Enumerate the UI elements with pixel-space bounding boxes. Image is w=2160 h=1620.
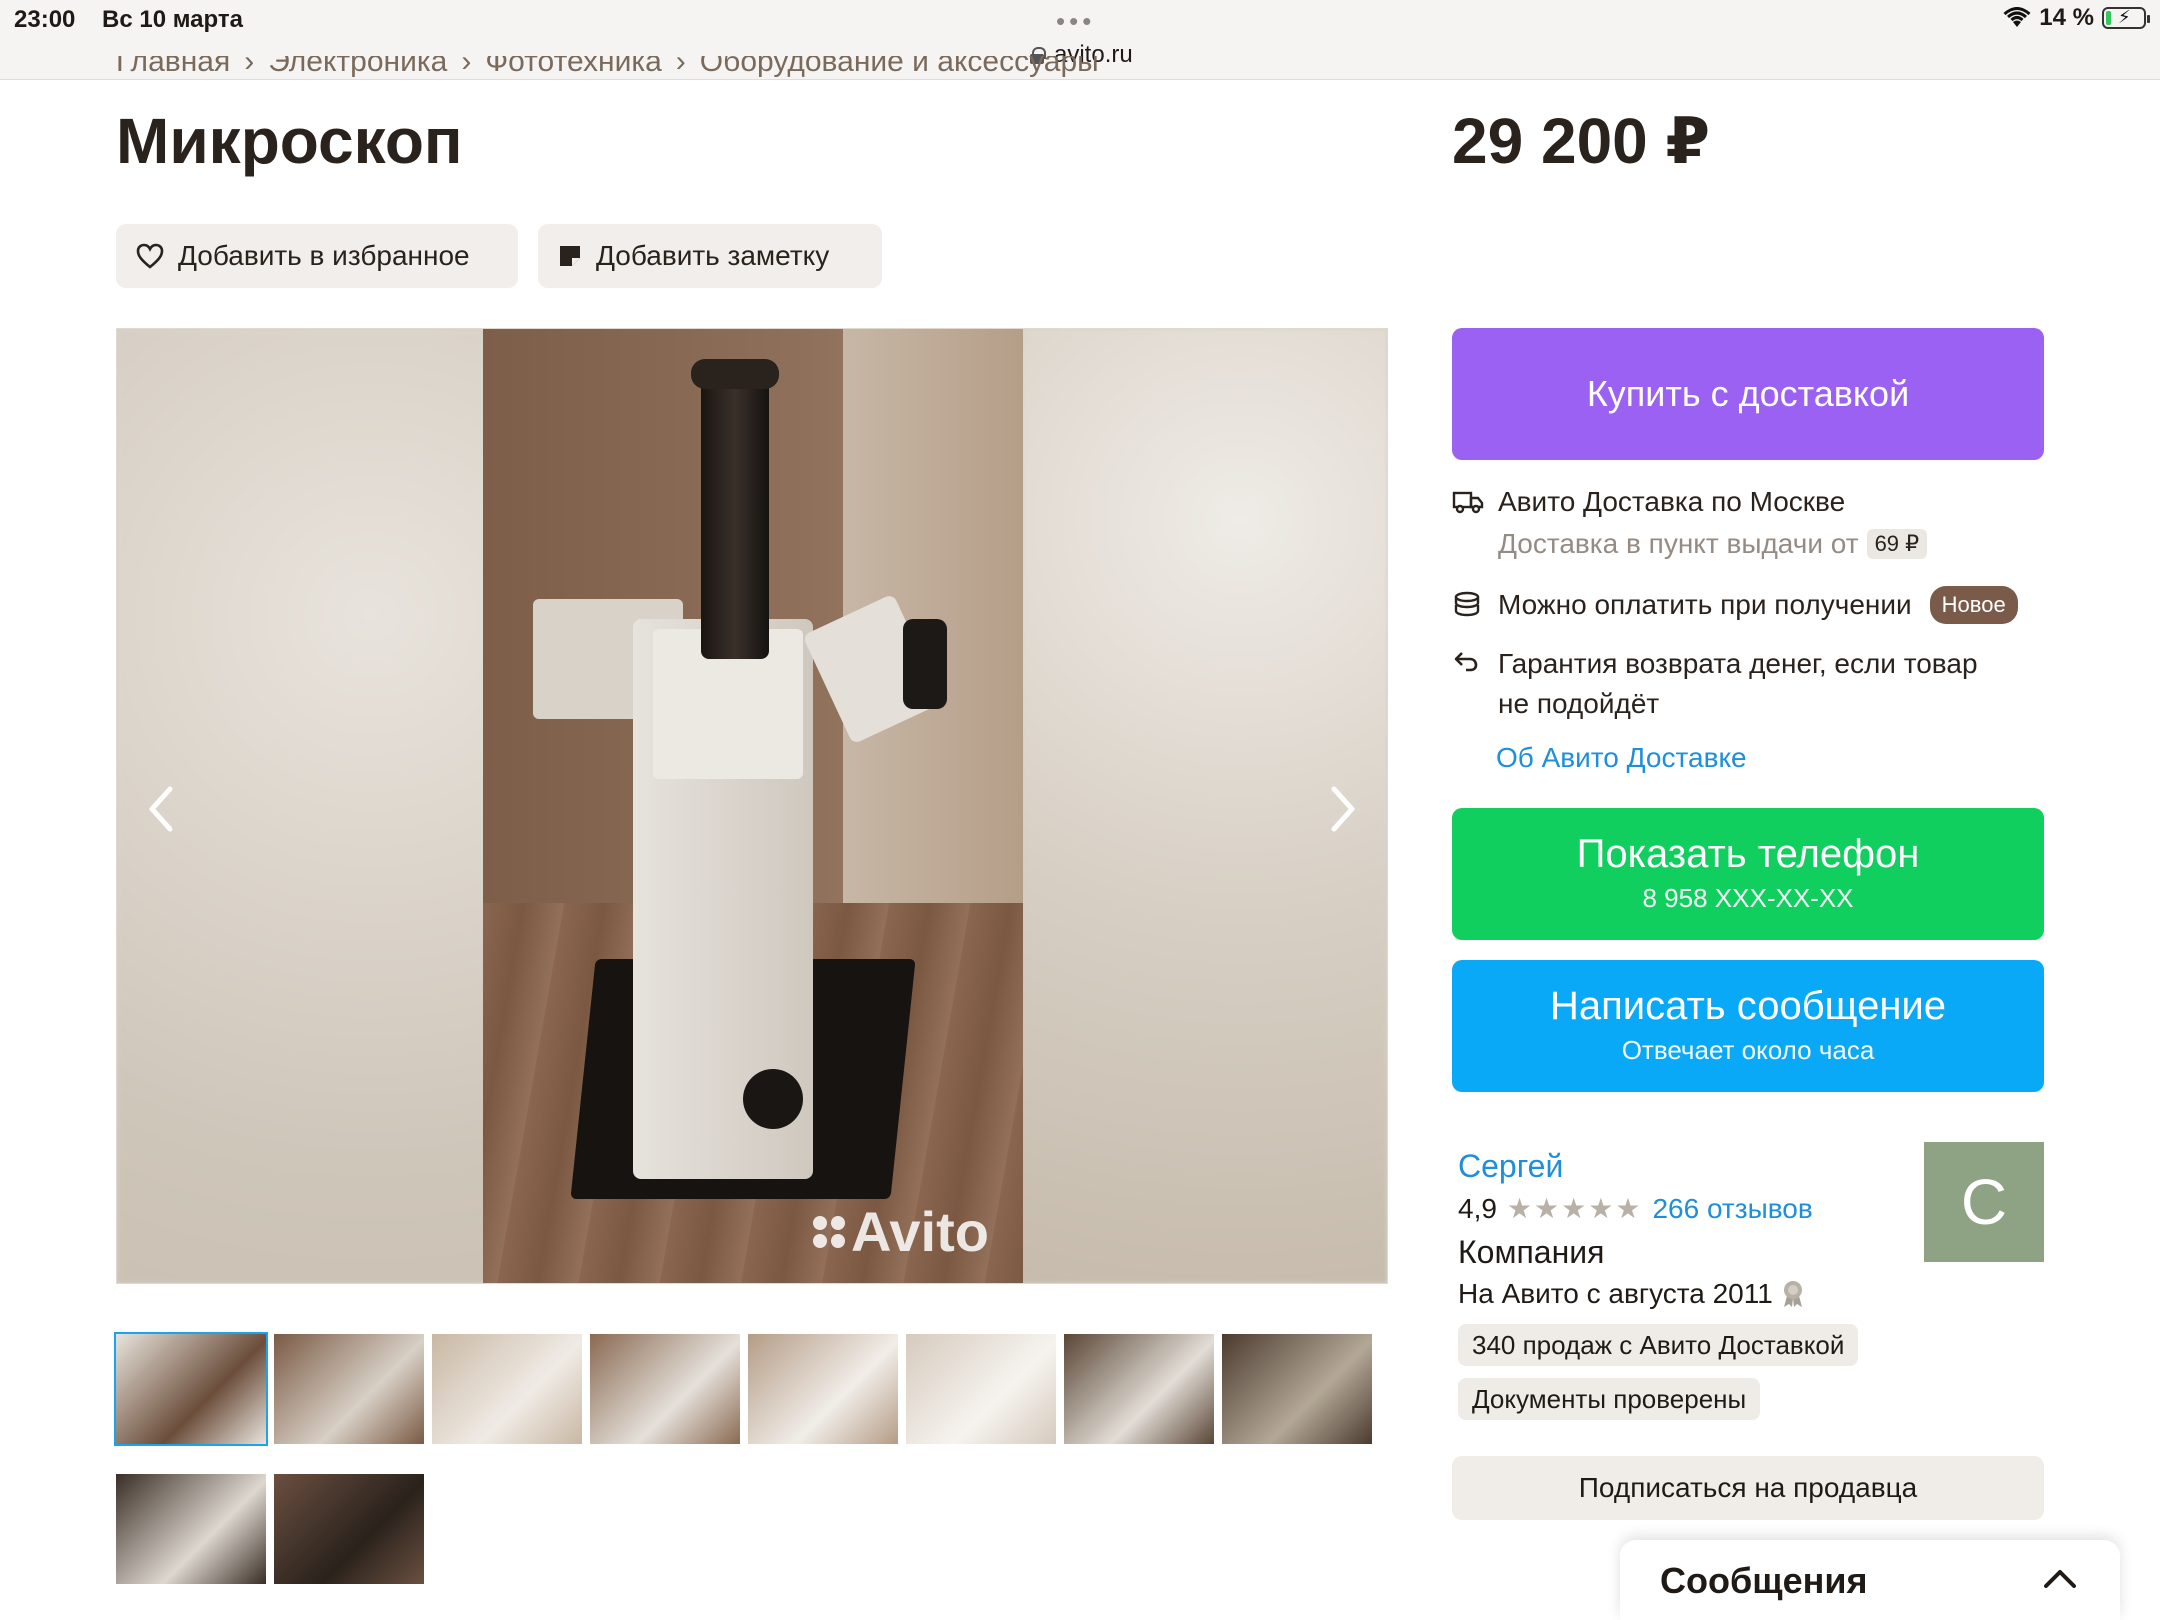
heart-icon <box>136 243 164 269</box>
seller-since-text: На Авито с августа 2011 <box>1458 1278 1773 1309</box>
avito-logo-icon <box>813 1215 845 1248</box>
show-phone-button[interactable]: Показать телефон 8 958 XXX-XX-XX <box>1452 808 2044 940</box>
gallery-thumbnail[interactable] <box>590 1334 740 1444</box>
page-title: Микроскоп <box>116 105 463 177</box>
gallery-thumbnail[interactable] <box>274 1334 424 1444</box>
breadcrumb-item[interactable]: Оборудование и аксессуары <box>700 56 1099 77</box>
write-message-button[interactable]: Написать сообщение Отвечает около часа <box>1452 960 2044 1092</box>
rating-value: 4,9 <box>1458 1192 1497 1224</box>
delivery-info: Авито Доставка по Москве Доставка в пунк… <box>1452 486 1928 560</box>
rating-stars-icon: ★★★★★ <box>1506 1193 1643 1224</box>
price: 29 200 ₽ <box>1452 105 1711 177</box>
chevron-right-icon <box>1331 786 1355 832</box>
guarantee-text: Гарантия возврата денег, если товар не п… <box>1498 648 1978 719</box>
phone-number: 8 958 XXX-XX-XX <box>1642 883 1854 913</box>
about-delivery-link[interactable]: Об Авито Доставке <box>1496 742 1747 774</box>
messages-panel[interactable]: Сообщения <box>1620 1540 2120 1620</box>
gallery-thumbnail[interactable] <box>114 1332 268 1446</box>
subscribe-seller-button[interactable]: Подписаться на продавца <box>1452 1456 2044 1520</box>
breadcrumb-item[interactable]: Электроника <box>268 56 447 77</box>
add-to-favorites-button[interactable]: Добавить в избранное <box>116 224 518 288</box>
gallery-thumbnail[interactable] <box>1222 1334 1372 1444</box>
seller-name-link[interactable]: Сергей <box>1458 1148 1563 1185</box>
guarantee-info: Гарантия возврата денег, если товар не п… <box>1452 644 2012 724</box>
gallery-thumbnail[interactable] <box>748 1334 898 1444</box>
delivery-subtitle: Доставка в пункт выдачи от <box>1498 528 1859 559</box>
chevron-up-icon[interactable] <box>2042 1568 2078 1595</box>
status-time: 23:00 <box>14 6 76 33</box>
medal-icon <box>1781 1280 1805 1308</box>
battery-percent: 14 % <box>2039 4 2094 31</box>
delivery-price-badge: 69 ₽ <box>1866 529 1928 559</box>
breadcrumb-separator-icon: › <box>461 56 472 78</box>
breadcrumb-item[interactable]: Фототехника <box>485 56 661 77</box>
response-time: Отвечает около часа <box>1621 1035 1875 1065</box>
pay-on-receipt-text: Можно оплатить при получении <box>1498 589 1912 620</box>
add-note-button[interactable]: Добавить заметку <box>538 224 882 288</box>
seller-tag: Документы проверены <box>1458 1378 1761 1420</box>
note-label: Добавить заметку <box>596 240 830 271</box>
gallery-thumbnail[interactable] <box>432 1334 582 1444</box>
note-icon <box>558 244 582 268</box>
status-right: 14 % ⚡ <box>2003 4 2150 32</box>
return-arrow-icon <box>1452 646 1484 678</box>
delivery-title: Авито Доставка по Москве <box>1498 486 1846 517</box>
seller-since: На Авито с августа 2011 <box>1458 1278 1805 1310</box>
breadcrumb-item[interactable]: Главная <box>116 56 230 77</box>
breadcrumb: Главная › Электроника › Фототехника › Об… <box>116 56 1099 80</box>
gallery-next-button[interactable] <box>1323 779 1363 839</box>
seller-avatar[interactable]: С <box>1924 1142 2044 1262</box>
main-photo[interactable]: Avito <box>483 329 1023 1283</box>
battery-icon: ⚡ <box>2102 7 2150 29</box>
show-phone-label: Показать телефон <box>1576 832 1920 876</box>
gallery-thumbnail[interactable] <box>1064 1334 1214 1444</box>
messages-label: Сообщения <box>1660 1560 1868 1601</box>
favorites-label: Добавить в избранное <box>178 240 470 271</box>
coins-icon <box>1452 590 1484 622</box>
breadcrumb-separator-icon: › <box>244 56 255 78</box>
gallery-thumbnail[interactable] <box>906 1334 1056 1444</box>
wifi-icon <box>2003 7 2031 29</box>
gallery-prev-button[interactable] <box>141 779 181 839</box>
seller-rating: 4,9 ★★★★★ 266 отзывов <box>1458 1192 1813 1225</box>
buy-with-delivery-button[interactable]: Купить с доставкой <box>1452 328 2044 460</box>
reviews-link[interactable]: 266 отзывов <box>1652 1193 1812 1225</box>
chevron-left-icon <box>149 786 173 832</box>
avito-watermark: Avito <box>813 1199 989 1264</box>
status-date: Вс 10 марта <box>102 6 243 33</box>
seller-type: Компания <box>1458 1234 1605 1270</box>
more-dots-icon[interactable]: ••• <box>1056 6 1095 37</box>
write-message-label: Написать сообщение <box>1549 984 1946 1028</box>
new-badge: Новое <box>1929 586 2018 624</box>
truck-icon <box>1452 488 1484 520</box>
pay-on-receipt-info: Можно оплатить при получении Новое <box>1452 586 2018 624</box>
photo-gallery[interactable]: Avito <box>116 328 1388 1284</box>
gallery-thumbnail[interactable] <box>116 1474 266 1584</box>
seller-tag: 340 продаж с Авито Доставкой <box>1458 1324 1859 1366</box>
breadcrumb-separator-icon: › <box>675 56 686 78</box>
gallery-thumbnail[interactable] <box>274 1474 424 1584</box>
